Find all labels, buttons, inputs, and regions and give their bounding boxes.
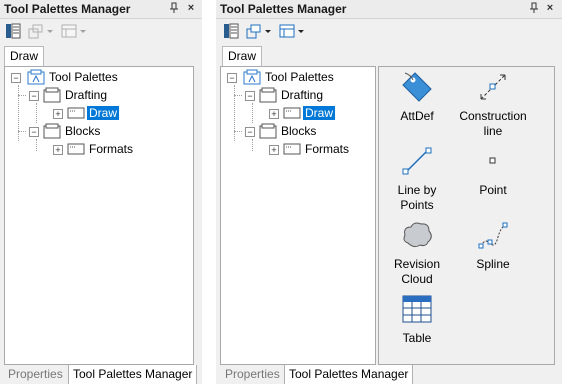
tool-spline[interactable]: Spline [455, 219, 531, 289]
collapse-toggle-icon[interactable]: − [245, 91, 255, 101]
palette-icon [67, 107, 85, 122]
right-tool-palettes-manager-panel: Tool Palettes Manager × Draw − Tool Pale… [216, 0, 562, 384]
tool-palettes-folder-icon [243, 69, 261, 88]
panel-title: Tool Palettes Manager [4, 2, 131, 16]
palette-tab-strip: Draw [216, 46, 562, 66]
panel-title: Tool Palettes Manager [220, 2, 347, 16]
collapse-toggle-icon[interactable]: − [29, 91, 39, 101]
tree-label: Drafting [65, 88, 108, 102]
palette-icon [283, 107, 301, 122]
tab-tool-palettes-manager[interactable]: Tool Palettes Manager [284, 365, 414, 384]
palette-list-icon[interactable] [5, 23, 21, 41]
palette-tree: − Tool Palettes − Drafting + Draw − Bloc… [220, 66, 376, 365]
palette-tab-strip: Draw [0, 46, 202, 66]
collapse-toggle-icon[interactable]: − [227, 73, 237, 83]
expand-toggle-icon[interactable]: + [53, 109, 63, 119]
revision-cloud-icon [401, 219, 433, 251]
panel-title-bar[interactable]: Tool Palettes Manager × [216, 0, 562, 19]
tool-label: Point [479, 183, 507, 197]
palette-icon [67, 143, 85, 158]
tool-construction-line[interactable]: Construction line [455, 71, 531, 141]
tab-draw[interactable]: Draw [4, 46, 44, 66]
tool-palettes-folder-icon [27, 69, 45, 88]
tab-properties[interactable]: Properties [225, 365, 280, 384]
construction-line-icon [477, 71, 509, 103]
tree-label: Tool Palettes [49, 70, 118, 84]
tool-label: Construction line [459, 109, 527, 138]
palette-list-icon[interactable] [223, 23, 239, 41]
tab-tool-palettes-manager[interactable]: Tool Palettes Manager [68, 365, 198, 384]
palette-group-icon [259, 123, 277, 142]
tree-label: Blocks [281, 124, 317, 138]
tree-label: Draw [303, 106, 336, 120]
tool-point[interactable]: Point [455, 145, 531, 215]
view-options-dropdown-icon[interactable] [60, 23, 88, 41]
tool-table[interactable]: Table [379, 293, 455, 348]
tool-grid: AttDef Construction line Line by Points … [378, 66, 555, 365]
tool-label: Spline [476, 257, 510, 271]
palette-group-icon [43, 87, 61, 106]
palette-icon [283, 143, 301, 158]
toolbar [216, 20, 562, 44]
tool-label: Revision Cloud [393, 257, 441, 286]
attdef-tag-icon [401, 71, 433, 103]
panel-title-bar[interactable]: Tool Palettes Manager × [0, 0, 202, 19]
table-icon [401, 293, 433, 325]
bottom-tab-strip: Properties Tool Palettes Manager [0, 365, 202, 384]
tool-revision-cloud[interactable]: Revision Cloud [379, 219, 455, 289]
collapse-toggle-icon[interactable]: − [11, 73, 21, 83]
left-tool-palettes-manager-panel: Tool Palettes Manager × Draw − Tool Pale… [0, 0, 202, 384]
expand-toggle-icon[interactable]: + [269, 109, 279, 119]
tree-label: Blocks [65, 124, 101, 138]
toolbar [0, 20, 202, 44]
tool-attdef[interactable]: AttDef [379, 71, 455, 141]
palette-group-icon [43, 123, 61, 142]
tree-label: Formats [89, 142, 134, 156]
point-icon [477, 145, 509, 177]
collapse-toggle-icon[interactable]: − [29, 127, 39, 137]
tree-label: Tool Palettes [265, 70, 334, 84]
pin-icon[interactable] [528, 2, 540, 15]
close-icon[interactable]: × [185, 2, 197, 15]
close-icon[interactable]: × [544, 2, 556, 15]
new-palette-dropdown-icon[interactable] [27, 23, 55, 41]
pin-icon[interactable] [168, 2, 180, 15]
tool-label: AttDef [400, 109, 434, 123]
tab-draw[interactable]: Draw [222, 46, 262, 66]
collapse-toggle-icon[interactable]: − [245, 127, 255, 137]
expand-toggle-icon[interactable]: + [53, 145, 63, 155]
spline-icon [477, 219, 509, 251]
line-by-points-icon [401, 145, 433, 177]
tree-label: Draw [87, 106, 120, 120]
tab-properties[interactable]: Properties [8, 365, 63, 384]
expand-toggle-icon[interactable]: + [269, 145, 279, 155]
tree-label: Drafting [281, 88, 324, 102]
new-palette-dropdown-icon[interactable] [245, 23, 273, 41]
tool-label: Line by Points [397, 183, 437, 212]
view-options-dropdown-icon[interactable] [278, 23, 306, 41]
bottom-tab-strip: Properties Tool Palettes Manager [216, 365, 562, 384]
palette-group-icon [259, 87, 277, 106]
tree-label: Formats [305, 142, 350, 156]
tool-line-by-points[interactable]: Line by Points [379, 145, 455, 215]
tool-label: Table [402, 331, 432, 345]
palette-tree: − Tool Palettes − Drafting + Draw − Bloc… [4, 66, 194, 365]
